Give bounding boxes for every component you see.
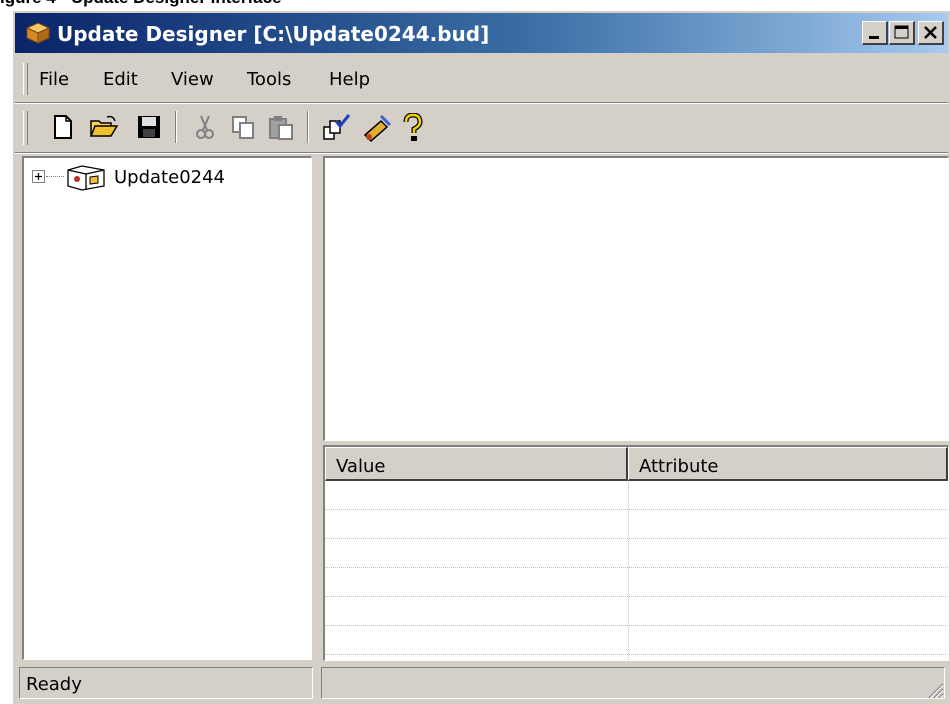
save-icon[interactable] (135, 113, 163, 141)
title-bar[interactable]: Update Designer [C:\Update0244.bud] (15, 13, 948, 53)
minimize-icon (869, 36, 879, 39)
table-row[interactable] (325, 481, 948, 510)
menu-separator (15, 102, 948, 104)
package-icon (25, 21, 51, 45)
detail-view[interactable] (323, 156, 949, 441)
build-icon[interactable] (361, 113, 392, 143)
tree-connector (46, 176, 64, 177)
status-text: Ready (19, 667, 313, 699)
status-bar: Ready (15, 665, 948, 703)
resize-grip-icon[interactable] (924, 679, 944, 699)
menu-file[interactable]: File (39, 67, 69, 92)
figure-caption: igure 4 - Update Designer Interface (0, 0, 282, 10)
expand-icon[interactable] (32, 170, 46, 189)
menu-tools[interactable]: Tools (247, 67, 291, 92)
toolbar-separator (175, 111, 177, 143)
cut-icon (191, 113, 219, 141)
help-icon[interactable] (401, 112, 429, 141)
check-icon[interactable] (321, 113, 351, 141)
close-icon (924, 26, 937, 39)
minimize-button[interactable] (862, 21, 888, 45)
new-file-icon[interactable] (49, 113, 77, 141)
table-row[interactable] (325, 510, 948, 539)
column-header-attribute[interactable]: Attribute (628, 447, 948, 481)
menu-bar: File Edit View Tools Help (15, 57, 948, 101)
menu-view[interactable]: View (171, 67, 214, 92)
tree-node-label: Update0244 (114, 167, 225, 188)
package-node-icon (64, 164, 108, 197)
menu-help[interactable]: Help (329, 67, 370, 92)
tree-view[interactable]: Update0244 (22, 156, 312, 660)
copy-icon (229, 113, 257, 141)
toolbar-separator (307, 111, 309, 143)
menu-edit[interactable]: Edit (103, 67, 138, 92)
maximize-button[interactable] (889, 21, 915, 45)
toolbar (15, 105, 948, 151)
toolbar-grip (23, 111, 28, 145)
close-button[interactable] (918, 21, 944, 45)
status-panel (321, 667, 945, 699)
maximize-icon (894, 25, 909, 39)
column-header-value[interactable]: Value (325, 447, 628, 481)
toolbar-separator-line (15, 152, 948, 154)
window-title: Update Designer [C:\Update0244.bud] (57, 22, 490, 46)
application-window: Update Designer [C:\Update0244.bud] File… (12, 10, 950, 704)
table-row[interactable] (325, 568, 948, 597)
attribute-grid[interactable]: Value Attribute (323, 445, 949, 661)
menu-grip (23, 63, 28, 95)
open-folder-icon[interactable] (89, 113, 119, 141)
table-row[interactable] (325, 539, 948, 568)
paste-icon (267, 113, 295, 141)
table-row[interactable] (325, 597, 948, 626)
table-row[interactable] (325, 626, 948, 655)
